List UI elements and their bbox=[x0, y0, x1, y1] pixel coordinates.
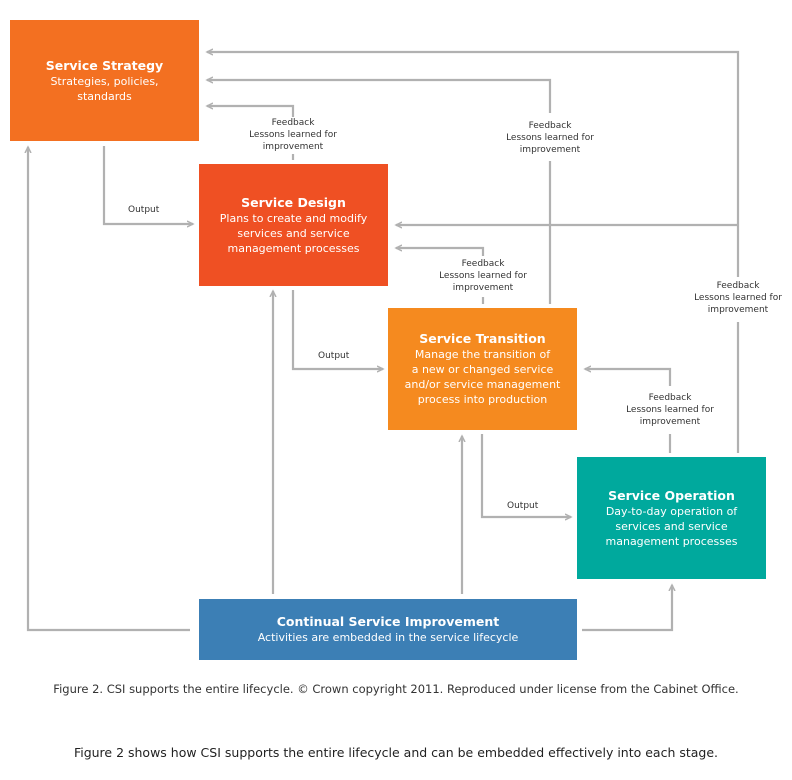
box-title: Service Transition bbox=[419, 331, 546, 346]
box-desc-line: services and service bbox=[237, 226, 350, 240]
feedback-label: Feedback Lessons learned for improvement bbox=[243, 117, 343, 153]
service-operation-box: Service Operation Day-to-day operation o… bbox=[577, 457, 766, 579]
box-title: Service Operation bbox=[608, 487, 735, 503]
box-desc-line: process into production bbox=[417, 393, 548, 406]
box-desc-line: Activities are embedded in the service l… bbox=[257, 631, 519, 644]
continual-service-improvement-box: Continual Service Improvement Activities… bbox=[199, 599, 577, 660]
feedback-line: improvement bbox=[262, 142, 324, 152]
feedback-connector-transition-strategy-upper bbox=[207, 80, 552, 113]
box-title: Service Strategy bbox=[45, 57, 164, 73]
service-transition-box: Service Transition Manage the transition… bbox=[388, 308, 577, 430]
csi-connector-strategy bbox=[28, 147, 190, 632]
feedback-connector-operation-transition-upper bbox=[585, 369, 672, 386]
feedback-line: Feedback bbox=[648, 393, 692, 403]
feedback-line: improvement bbox=[519, 145, 581, 155]
feedback-line: Lessons learned for bbox=[506, 133, 594, 143]
box-title: Continual Service Improvement bbox=[276, 614, 500, 629]
body-paragraph: Figure 2 shows how CSI supports the enti… bbox=[73, 745, 719, 760]
box-desc-line: standards bbox=[77, 89, 132, 103]
box-desc-line: Plans to create and modify bbox=[219, 211, 368, 225]
feedback-line: improvement bbox=[639, 417, 701, 427]
box-desc-line: management processes bbox=[605, 534, 738, 548]
box-desc-line: and/or service management bbox=[404, 378, 561, 391]
output-label: Output bbox=[507, 500, 539, 512]
box-desc-line: Manage the transition of bbox=[414, 348, 551, 361]
feedback-line: Lessons learned for bbox=[626, 405, 714, 415]
box-desc-line: services and service bbox=[615, 519, 728, 533]
box-desc-line: management processes bbox=[227, 241, 360, 255]
feedback-line: Feedback bbox=[528, 121, 572, 131]
output-label: Output bbox=[128, 204, 160, 216]
feedback-label: Feedback Lessons learned for improvement bbox=[433, 258, 533, 294]
box-desc-line: a new or changed service bbox=[411, 363, 554, 376]
feedback-line: Lessons learned for bbox=[439, 271, 527, 281]
box-desc-line: Strategies, policies, bbox=[50, 74, 159, 88]
feedback-line: Lessons learned for bbox=[249, 130, 337, 140]
feedback-line: improvement bbox=[452, 283, 514, 293]
feedback-label: Feedback Lessons learned for improvement bbox=[620, 392, 720, 428]
output-label: Output bbox=[318, 350, 350, 362]
feedback-line: Feedback bbox=[461, 259, 505, 269]
feedback-line: Feedback bbox=[271, 118, 315, 128]
feedback-label: Feedback Lessons learned for improvement bbox=[500, 120, 600, 156]
service-strategy-box: Service Strategy Strategies, policies, s… bbox=[10, 20, 199, 141]
csi-lifecycle-diagram: Service Strategy Strategies, policies, s… bbox=[0, 0, 792, 670]
feedback-line: Feedback bbox=[716, 281, 760, 291]
feedback-connector-transition-design-upper bbox=[396, 248, 485, 256]
feedback-label: Feedback Lessons learned for improvement bbox=[688, 280, 788, 316]
box-title: Service Design bbox=[241, 194, 346, 210]
csi-connector-operation bbox=[582, 585, 672, 632]
feedback-line: improvement bbox=[707, 305, 769, 315]
box-desc-line: Day-to-day operation of bbox=[605, 504, 738, 518]
service-design-box: Service Design Plans to create and modif… bbox=[199, 164, 388, 286]
figure-caption: Figure 2. CSI supports the entire lifecy… bbox=[53, 682, 739, 696]
feedback-line: Lessons learned for bbox=[694, 293, 782, 303]
